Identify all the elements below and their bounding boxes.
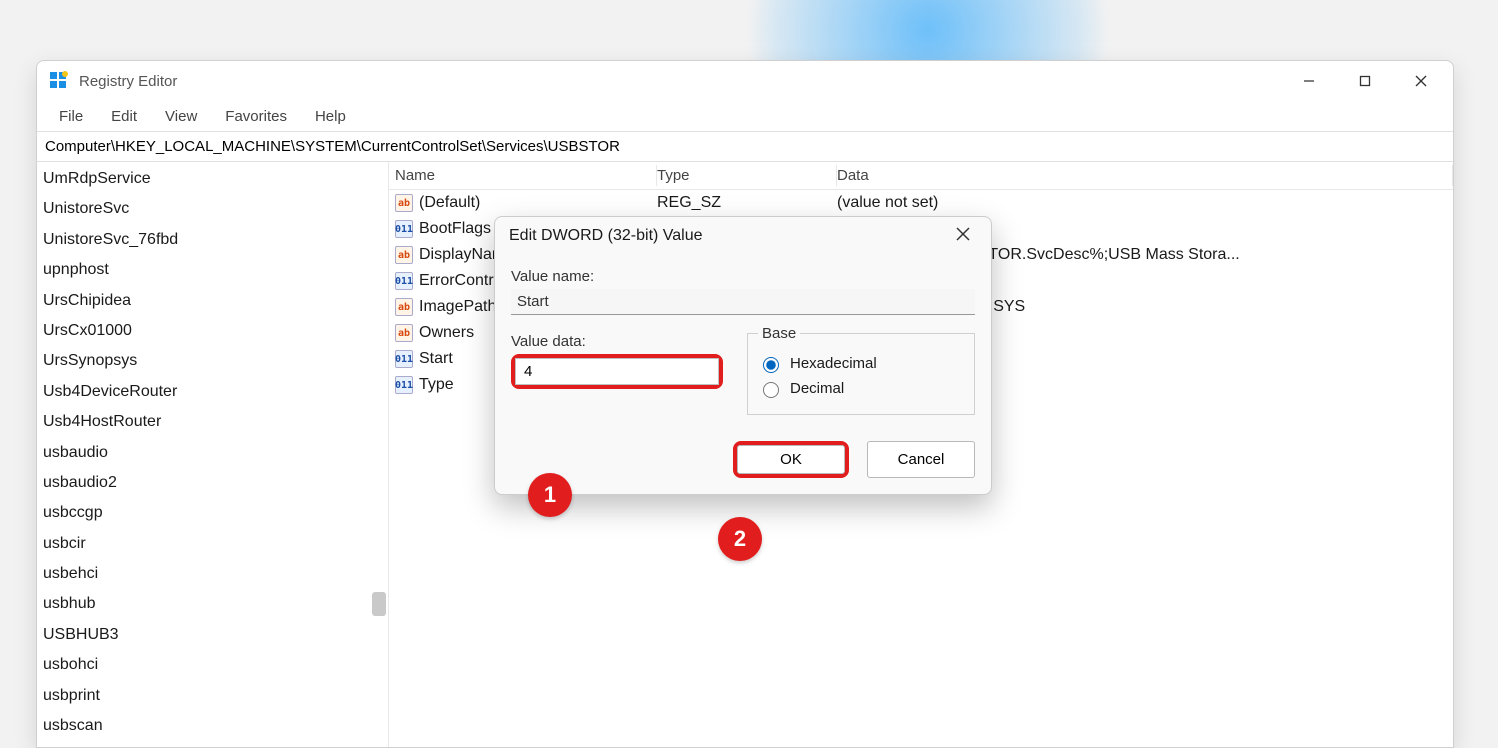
tree-item[interactable]: UnistoreSvc_76fbd [37, 225, 388, 255]
tree-item[interactable]: UrsSynopsys [37, 346, 388, 376]
string-value-icon: ab [395, 194, 413, 212]
string-value-icon: ab [395, 246, 413, 264]
menu-view[interactable]: View [151, 106, 211, 127]
column-header-data[interactable]: Data [837, 165, 1453, 186]
radio-hexadecimal[interactable]: Hexadecimal [758, 354, 964, 373]
close-button[interactable] [1393, 61, 1449, 101]
address-bar [37, 131, 1453, 162]
binary-value-icon: 011 [395, 220, 413, 238]
tree-item[interactable]: UrsChipidea [37, 286, 388, 316]
dialog-title: Edit DWORD (32-bit) Value [509, 227, 703, 245]
value-name: Type [419, 376, 454, 394]
cancel-button[interactable]: Cancel [867, 441, 975, 478]
tree-item[interactable]: usbprint [37, 681, 388, 711]
annotation-highlight-2: OK [733, 441, 849, 478]
tree-pane[interactable]: UmRdpServiceUnistoreSvcUnistoreSvc_76fbd… [37, 162, 389, 747]
binary-value-icon: 011 [395, 272, 413, 290]
tree-item[interactable]: Usb4DeviceRouter [37, 377, 388, 407]
value-data-input[interactable] [515, 358, 719, 385]
details-header[interactable]: Name Type Data [389, 162, 1453, 190]
menu-help[interactable]: Help [301, 106, 360, 127]
menu-file[interactable]: File [45, 106, 97, 127]
column-header-name[interactable]: Name [389, 165, 657, 186]
value-data-label: Value data: [511, 333, 723, 350]
app-icon [49, 71, 69, 91]
base-legend: Base [758, 325, 800, 342]
radio-hexadecimal-input[interactable] [763, 357, 779, 373]
tree-item[interactable]: Usb4HostRouter [37, 407, 388, 437]
tree-item[interactable]: usbaudio [37, 438, 388, 468]
tree-item[interactable]: usbccgp [37, 498, 388, 528]
tree-item[interactable]: usbohci [37, 650, 388, 680]
value-name: ImagePath [419, 298, 496, 316]
tree-item[interactable]: UmRdpService [37, 164, 388, 194]
menu-favorites[interactable]: Favorites [211, 106, 301, 127]
radio-decimal-input[interactable] [763, 382, 779, 398]
minimize-button[interactable] [1281, 61, 1337, 101]
value-name-input[interactable] [511, 289, 975, 315]
dialog-close-button[interactable] [949, 225, 977, 246]
value-name: Start [419, 350, 453, 368]
annotation-badge-1: 1 [528, 473, 572, 517]
address-input[interactable] [45, 136, 1445, 157]
tree-item[interactable]: usbser [37, 741, 388, 747]
value-data: (value not set) [837, 194, 1453, 212]
tree-item[interactable]: usbcir [37, 529, 388, 559]
radio-decimal-label: Decimal [790, 380, 844, 397]
maximize-button[interactable] [1337, 61, 1393, 101]
ok-button[interactable]: OK [737, 445, 845, 474]
tree-item[interactable]: UrsCx01000 [37, 316, 388, 346]
menubar: File Edit View Favorites Help [37, 101, 1453, 131]
scrollbar-thumb[interactable] [372, 592, 386, 616]
value-type: REG_SZ [657, 194, 837, 212]
annotation-highlight-1 [511, 354, 723, 389]
value-name-label: Value name: [511, 268, 975, 285]
string-value-icon: ab [395, 298, 413, 316]
window-title: Registry Editor [79, 73, 177, 90]
string-value-icon: ab [395, 324, 413, 342]
value-name: (Default) [419, 194, 480, 212]
annotation-badge-2: 2 [718, 517, 762, 561]
value-name: BootFlags [419, 220, 491, 238]
titlebar[interactable]: Registry Editor [37, 61, 1453, 101]
tree-item[interactable]: UnistoreSvc [37, 194, 388, 224]
radio-decimal[interactable]: Decimal [758, 379, 964, 398]
tree-item[interactable]: usbehci [37, 559, 388, 589]
tree-item[interactable]: usbaudio2 [37, 468, 388, 498]
edit-dword-dialog: Edit DWORD (32-bit) Value Value name: Va… [494, 216, 992, 495]
tree-item[interactable]: usbscan [37, 711, 388, 741]
menu-edit[interactable]: Edit [97, 106, 151, 127]
dialog-titlebar[interactable]: Edit DWORD (32-bit) Value [495, 217, 991, 254]
value-row[interactable]: ab (Default) REG_SZ(value not set) [389, 190, 1453, 216]
tree-item[interactable]: upnphost [37, 255, 388, 285]
binary-value-icon: 011 [395, 350, 413, 368]
column-header-type[interactable]: Type [657, 165, 837, 186]
radio-hexadecimal-label: Hexadecimal [790, 355, 877, 372]
value-name: Owners [419, 324, 474, 342]
tree-item[interactable]: usbhub [37, 589, 388, 619]
tree-item[interactable]: USBHUB3 [37, 620, 388, 650]
binary-value-icon: 011 [395, 376, 413, 394]
base-group: Base Hexadecimal Decimal [747, 325, 975, 415]
